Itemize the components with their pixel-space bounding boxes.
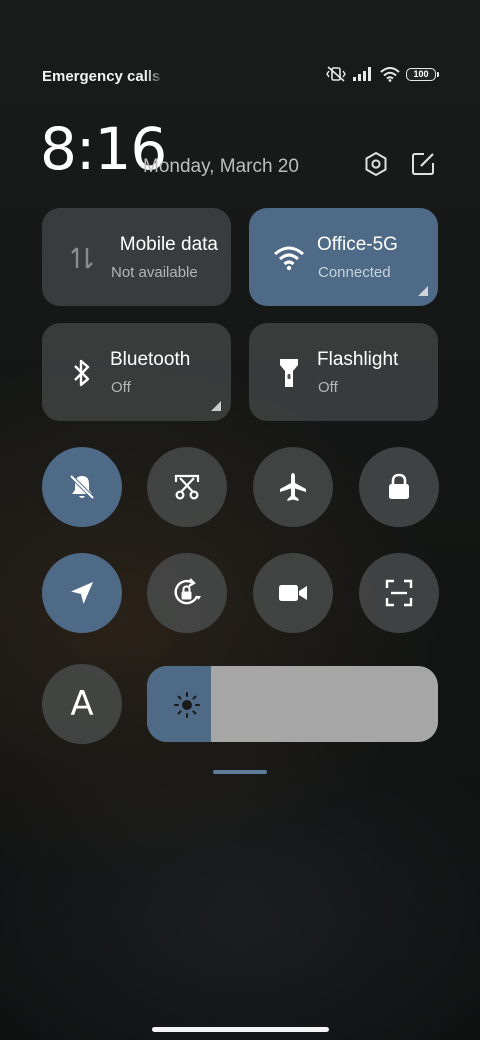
wifi-title: Office-5G bbox=[317, 234, 398, 255]
rotation-lock-toggle[interactable] bbox=[147, 553, 227, 633]
bluetooth-title: Bluetooth bbox=[110, 349, 191, 370]
auto-brightness-toggle[interactable]: A bbox=[42, 664, 122, 744]
wifi-status-icon bbox=[380, 66, 400, 82]
mobile-data-title: Mobile data bbox=[119, 234, 218, 255]
expand-corner-icon[interactable] bbox=[211, 401, 221, 411]
control-center-screen: Emergency calls only bbox=[0, 0, 480, 1040]
sun-icon bbox=[173, 691, 201, 719]
scanner-toggle[interactable] bbox=[359, 553, 439, 633]
data-arrows-icon bbox=[66, 242, 98, 274]
status-icons: 100 bbox=[326, 66, 439, 82]
airplane-toggle[interactable] bbox=[253, 447, 333, 527]
mobile-data-tile[interactable]: Mobile data Not available bbox=[42, 208, 231, 306]
settings-icon[interactable] bbox=[362, 150, 390, 178]
bell-muted-icon bbox=[69, 474, 95, 500]
location-toggle[interactable] bbox=[42, 553, 122, 633]
battery-icon: 100 bbox=[406, 67, 439, 81]
flashlight-tile[interactable]: Flashlight Off bbox=[249, 323, 438, 421]
bluetooth-subtitle: Off bbox=[111, 379, 131, 396]
location-arrow-icon bbox=[71, 582, 93, 604]
airplane-icon bbox=[280, 473, 306, 501]
video-camera-icon bbox=[279, 585, 307, 601]
scissors-icon bbox=[174, 474, 200, 500]
vibrate-muted-icon bbox=[326, 66, 346, 82]
wifi-subtitle: Connected bbox=[318, 264, 391, 281]
auto-brightness-label: A bbox=[70, 684, 94, 724]
status-bar: Emergency calls only bbox=[0, 62, 480, 90]
expand-corner-icon[interactable] bbox=[418, 286, 428, 296]
home-indicator-bar[interactable] bbox=[152, 1027, 329, 1032]
lock-screen-toggle[interactable] bbox=[359, 447, 439, 527]
date: Monday, March 20 bbox=[143, 156, 299, 177]
lock-icon bbox=[389, 473, 409, 499]
screenshot-toggle[interactable] bbox=[147, 447, 227, 527]
mobile-data-subtitle: Not available bbox=[111, 264, 198, 281]
wifi-tile[interactable]: Office-5G Connected bbox=[249, 208, 438, 306]
signal-bars-icon bbox=[352, 67, 374, 81]
bluetooth-icon bbox=[66, 357, 98, 389]
flashlight-subtitle: Off bbox=[318, 379, 338, 396]
silent-toggle[interactable] bbox=[42, 447, 122, 527]
mobile-data-title-clip: Mobile data bbox=[110, 234, 218, 258]
screen-recorder-toggle[interactable] bbox=[253, 553, 333, 633]
bluetooth-tile[interactable]: Bluetooth Off bbox=[42, 323, 231, 421]
wifi-icon bbox=[273, 242, 305, 274]
flashlight-title: Flashlight bbox=[317, 349, 399, 370]
flashlight-icon bbox=[273, 357, 305, 389]
page-indicator bbox=[213, 770, 267, 774]
brightness-slider[interactable] bbox=[147, 666, 438, 742]
rotation-lock-icon bbox=[174, 578, 201, 605]
scan-icon bbox=[385, 579, 413, 607]
carrier-text: Emergency calls only bbox=[42, 68, 164, 85]
edit-icon[interactable] bbox=[409, 150, 437, 178]
